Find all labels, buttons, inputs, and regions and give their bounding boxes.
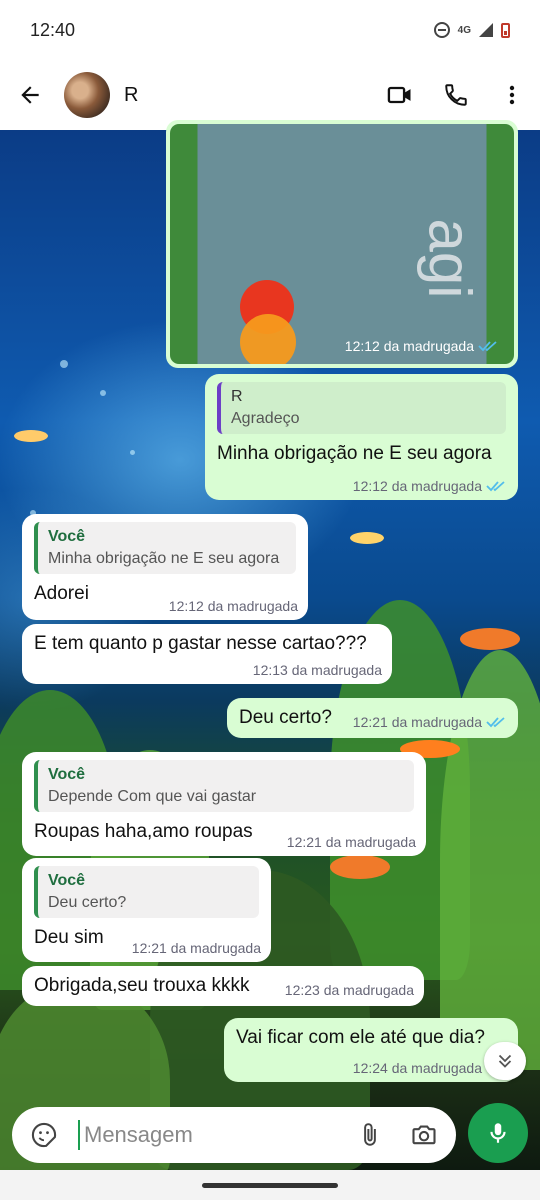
status-time: 12:40 — [30, 19, 76, 40]
attach-button[interactable] — [350, 1115, 390, 1155]
message-input-container[interactable]: Mensagem — [12, 1107, 456, 1163]
sticker-button[interactable] — [24, 1115, 64, 1155]
message-text: E tem quanto p gastar nesse cartao??? — [34, 633, 367, 654]
incoming-message[interactable]: E tem quanto p gastar nesse cartao??? 12… — [22, 624, 392, 684]
more-vert-icon — [509, 85, 515, 105]
back-button[interactable] — [0, 60, 60, 130]
message-meta: 12:21 da madrugada — [287, 834, 416, 850]
quoted-reply[interactable]: R Agradeço — [217, 382, 506, 434]
message-time: 12:21 da madrugada — [131, 940, 261, 956]
battery-icon — [501, 22, 510, 38]
incoming-message[interactable]: Você Depende Com que vai gastar Roupas h… — [22, 752, 426, 856]
mic-icon — [490, 1123, 506, 1143]
scroll-down-icon — [498, 1054, 512, 1068]
system-navigation-bar — [0, 1170, 540, 1200]
message-time: 12:24 da madrugada — [352, 1060, 482, 1076]
card-logo-orange-circle — [240, 314, 296, 364]
message-time: 12:21 da madrugada — [286, 834, 416, 850]
outgoing-message[interactable]: Vai ficar com ele até que dia? 12:24 da … — [224, 1018, 518, 1082]
quote-text: Depende Com que vai gastar — [48, 788, 257, 805]
message-meta: 12:13 da madrugada — [253, 662, 382, 678]
double-check-icon — [486, 717, 505, 728]
quoted-reply[interactable]: Você Depende Com que vai gastar — [34, 760, 414, 812]
contact-avatar[interactable] — [64, 72, 110, 118]
sticker-icon — [31, 1122, 57, 1148]
phone-icon — [445, 84, 467, 106]
message-time: 12:12 da madrugada — [168, 598, 298, 614]
camera-icon — [412, 1125, 436, 1145]
quote-author: Você — [48, 528, 86, 545]
message-time: 12:21 da madrugada — [352, 714, 482, 730]
double-check-icon — [478, 341, 497, 352]
incoming-message[interactable]: Você Minha obrigação ne E seu agora Ador… — [22, 514, 308, 620]
scroll-to-bottom-button[interactable] — [484, 1042, 526, 1080]
message-time: 12:12 da madrugada — [352, 478, 482, 494]
double-check-icon — [486, 481, 505, 492]
quote-author: Você — [48, 766, 86, 783]
message-meta: 12:21 da madrugada — [353, 714, 508, 730]
network-type: 4G — [457, 24, 471, 36]
attach-icon — [364, 1123, 376, 1146]
message-meta: 12:12 da madrugada — [345, 338, 500, 354]
outgoing-message[interactable]: Deu certo? 12:21 da madrugada — [227, 698, 518, 738]
quote-text: Minha obrigação ne E seu agora — [48, 550, 280, 567]
card-photo[interactable]: agi 12:12 da madrugada — [170, 124, 514, 364]
message-time: 12:13 da madrugada — [252, 662, 382, 678]
message-text: Vai ficar com ele até que dia? — [236, 1027, 485, 1048]
quoted-reply[interactable]: Você Minha obrigação ne E seu agora — [34, 522, 296, 574]
quote-author: Você — [48, 872, 86, 889]
quoted-reply[interactable]: Você Deu certo? — [34, 866, 259, 918]
image-message[interactable]: agi 12:12 da madrugada — [166, 120, 518, 368]
card-brand-text: agi — [416, 218, 484, 299]
signal-icon — [479, 23, 493, 37]
incoming-message[interactable]: Você Deu certo? Deu sim 12:21 da madruga… — [22, 858, 271, 962]
message-input[interactable]: Mensagem — [78, 1120, 350, 1150]
voice-message-button[interactable] — [468, 1103, 528, 1163]
do-not-disturb-icon — [433, 22, 450, 38]
back-arrow-icon — [21, 86, 39, 104]
message-meta: 12:21 da madrugada — [132, 940, 261, 956]
message-meta: 12:12 da madrugada — [169, 598, 298, 614]
message-time: 12:23 da madrugada — [284, 982, 414, 998]
status-icons: 4G — [433, 22, 510, 38]
message-meta: 12:23 da madrugada — [285, 982, 414, 998]
home-gesture-handle[interactable] — [202, 1182, 338, 1188]
status-bar: 12:40 4G — [0, 0, 540, 60]
quote-text: Deu certo? — [48, 894, 127, 911]
message-text: Minha obrigação ne E seu agora — [217, 443, 492, 464]
message-composer: Mensagem — [0, 1095, 540, 1170]
message-meta: 12:12 da madrugada — [353, 478, 508, 494]
quote-text: Agradeço — [231, 410, 300, 427]
outgoing-message[interactable]: R Agradeço Minha obrigação ne E seu agor… — [205, 374, 518, 500]
camera-button[interactable] — [404, 1115, 444, 1155]
quote-author: R — [231, 388, 243, 405]
incoming-message[interactable]: Obrigada,seu trouxa kkkk 12:23 da madrug… — [22, 966, 424, 1006]
contact-name[interactable]: R — [124, 84, 372, 107]
message-time: 12:12 da madrugada — [344, 338, 474, 354]
video-call-icon — [387, 86, 411, 104]
